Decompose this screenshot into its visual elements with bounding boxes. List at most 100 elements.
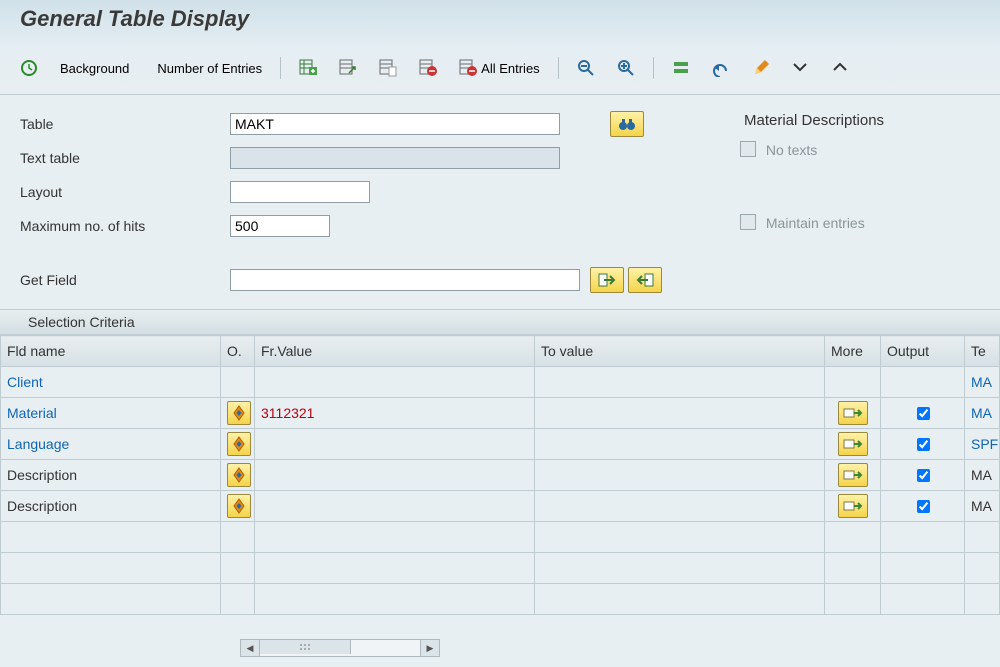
zoom-in-button[interactable]: [609, 55, 643, 81]
multiple-selection-button[interactable]: [838, 432, 868, 456]
cell-output[interactable]: [881, 367, 965, 398]
output-checkbox[interactable]: [917, 407, 930, 420]
multiple-selection-button[interactable]: [838, 463, 868, 487]
cell-to-value[interactable]: [535, 460, 825, 491]
get-field-import-button[interactable]: [590, 267, 624, 293]
cell-more[interactable]: [825, 491, 881, 522]
edit-button[interactable]: [744, 55, 778, 81]
all-entries-button[interactable]: All Entries: [451, 55, 548, 81]
arrow-import-icon: [598, 272, 616, 288]
layout-input[interactable]: [230, 181, 370, 203]
cell-te: MA: [965, 367, 1000, 398]
cell-fld-name: Description: [1, 491, 221, 522]
multiple-selection-button[interactable]: [838, 401, 868, 425]
scroll-track[interactable]: [260, 639, 420, 657]
cell-more[interactable]: [825, 460, 881, 491]
fld-link[interactable]: Language: [7, 436, 69, 452]
col-fr-value[interactable]: Fr.Value: [255, 336, 535, 367]
col-output[interactable]: Output: [881, 336, 965, 367]
cell-fld-name[interactable]: Language: [1, 429, 221, 460]
output-checkbox[interactable]: [917, 469, 930, 482]
cell-fr-value[interactable]: [255, 460, 535, 491]
number-entries-button[interactable]: Number of Entries: [149, 57, 270, 80]
cell-output[interactable]: [881, 429, 965, 460]
table-row: Material3112321MA: [1, 398, 1000, 429]
zoom-out-button[interactable]: [569, 55, 603, 81]
table-search-button[interactable]: [610, 111, 644, 137]
cell-fr-value[interactable]: [255, 367, 535, 398]
text-table-label: Text table: [20, 150, 230, 166]
multiple-selection-button[interactable]: [838, 494, 868, 518]
maintain-label: Maintain entries: [766, 215, 865, 231]
cell-fr-value[interactable]: [255, 429, 535, 460]
diamond-icon: [230, 435, 248, 453]
col-te[interactable]: Te: [965, 336, 1000, 367]
no-texts-label: No texts: [766, 142, 817, 158]
text-table-input: [230, 147, 560, 169]
grid-delete-row-button[interactable]: [411, 55, 445, 81]
cell-fr-value[interactable]: [255, 491, 535, 522]
cell-to-value[interactable]: [535, 491, 825, 522]
cell-fld-name[interactable]: Client: [1, 367, 221, 398]
select-options-button[interactable]: [227, 432, 251, 456]
max-hits-input[interactable]: [230, 215, 330, 237]
cell-fr-value[interactable]: 3112321: [255, 398, 535, 429]
select-options-button[interactable]: [227, 401, 251, 425]
empty-cell: [825, 553, 881, 584]
cell-output[interactable]: [881, 460, 965, 491]
col-fld-name[interactable]: Fld name: [1, 336, 221, 367]
multi-select-icon: [843, 468, 863, 482]
empty-cell: [825, 584, 881, 615]
table-input[interactable]: [230, 113, 560, 135]
select-options-button[interactable]: [227, 463, 251, 487]
collapse-button[interactable]: [784, 55, 818, 81]
cell-op[interactable]: [221, 491, 255, 522]
grid-plus-green-icon: [299, 59, 317, 77]
selection-criteria-header: Selection Criteria: [0, 309, 1000, 335]
output-checkbox[interactable]: [917, 500, 930, 513]
get-field-input[interactable]: [230, 269, 580, 291]
empty-cell: [221, 553, 255, 584]
table-row: [1, 522, 1000, 553]
pencil-icon: [752, 59, 770, 77]
scroll-right-button[interactable]: ▶: [420, 639, 440, 657]
output-checkbox[interactable]: [917, 438, 930, 451]
cell-fld-name[interactable]: Material: [1, 398, 221, 429]
cell-op[interactable]: [221, 429, 255, 460]
fld-link[interactable]: Client: [7, 374, 43, 390]
grid-doc-button[interactable]: [371, 55, 405, 81]
empty-cell: [825, 522, 881, 553]
background-button[interactable]: Background: [52, 57, 137, 80]
grid-add-button[interactable]: [291, 55, 325, 81]
cell-more[interactable]: [825, 398, 881, 429]
cell-to-value[interactable]: [535, 429, 825, 460]
expand-button[interactable]: [824, 55, 858, 81]
cell-output[interactable]: [881, 398, 965, 429]
col-more[interactable]: More: [825, 336, 881, 367]
empty-cell: [1, 553, 221, 584]
cell-te: SPF: [965, 429, 1000, 460]
execute-button[interactable]: [12, 55, 46, 81]
cell-to-value[interactable]: [535, 398, 825, 429]
undo-button[interactable]: [704, 55, 738, 81]
scroll-left-button[interactable]: ◀: [240, 639, 260, 657]
cell-op[interactable]: [221, 460, 255, 491]
toolbar-separator: [653, 57, 654, 79]
grid-export-button[interactable]: [331, 55, 365, 81]
col-to-value[interactable]: To value: [535, 336, 825, 367]
cell-op[interactable]: [221, 398, 255, 429]
scroll-thumb[interactable]: [260, 640, 351, 654]
cell-te: MA: [965, 460, 1000, 491]
cell-output[interactable]: [881, 491, 965, 522]
get-field-export-button[interactable]: [628, 267, 662, 293]
cell-te: MA: [965, 491, 1000, 522]
col-op[interactable]: O.: [221, 336, 255, 367]
fld-link[interactable]: Material: [7, 405, 57, 421]
grip-icon: [299, 643, 311, 651]
cell-op: [221, 367, 255, 398]
layout-button[interactable]: [664, 55, 698, 81]
cell-to-value[interactable]: [535, 367, 825, 398]
select-options-button[interactable]: [227, 494, 251, 518]
horizontal-scrollbar[interactable]: ◀ ▶: [240, 639, 440, 657]
cell-more[interactable]: [825, 429, 881, 460]
